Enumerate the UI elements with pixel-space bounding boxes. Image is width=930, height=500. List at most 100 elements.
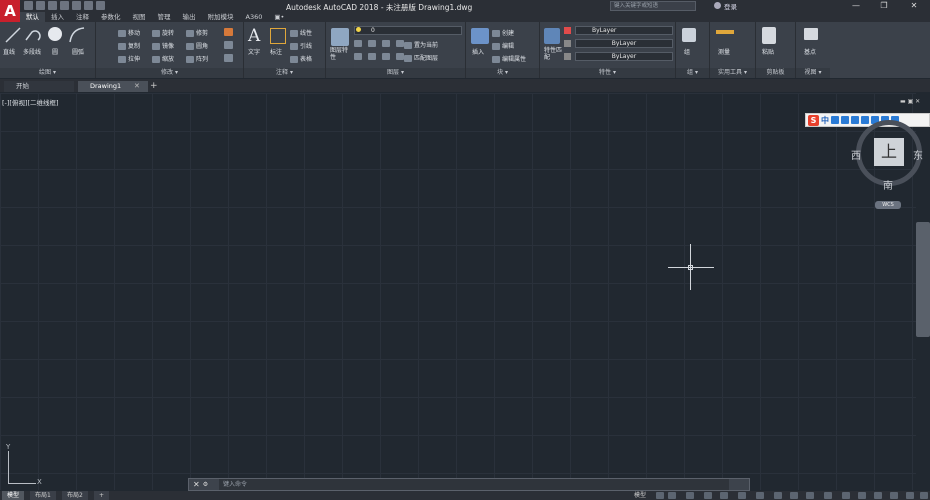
tab-annotate[interactable]: 注释 [70, 12, 95, 22]
ime-mode[interactable]: 中 [821, 115, 829, 126]
dimension-button[interactable]: 标注 [270, 47, 282, 56]
explode-icon[interactable] [224, 41, 233, 49]
osnap-icon[interactable] [720, 492, 728, 499]
panel-layers-footer[interactable]: 图层 ▾ [326, 68, 465, 78]
trim-button[interactable]: 修剪 [186, 28, 208, 37]
selection-cycling-icon[interactable] [790, 492, 798, 499]
scale-button[interactable]: 缩放 [152, 54, 174, 63]
polyline-button[interactable]: 多段线 [23, 47, 41, 56]
mirror-button[interactable]: 镜像 [152, 41, 174, 50]
new-layout-button[interactable]: + [94, 491, 110, 500]
group-icon[interactable] [682, 28, 696, 42]
line-icon[interactable] [4, 26, 22, 44]
insert-button[interactable]: 插入 [472, 47, 484, 56]
base-point-icon[interactable] [804, 28, 818, 40]
measure-icon[interactable] [716, 30, 734, 34]
navigation-bar[interactable] [916, 222, 930, 337]
text-icon[interactable]: A [248, 26, 260, 46]
panel-annotation-footer[interactable]: 注释 ▾ [244, 68, 325, 78]
circle-icon[interactable] [46, 25, 64, 43]
color-icon[interactable] [564, 27, 571, 34]
lineweight-toggle-icon[interactable] [756, 492, 764, 499]
match-layer-button[interactable]: 匹配图层 [404, 53, 438, 62]
grid-icon[interactable] [656, 492, 664, 499]
ortho-icon[interactable] [686, 492, 694, 499]
hardware-acceleration-icon[interactable] [890, 492, 898, 499]
stretch-button[interactable]: 拉伸 [118, 54, 140, 63]
tab-start[interactable]: 开始 [4, 81, 74, 92]
layer-tool-icon[interactable] [396, 53, 404, 60]
match-properties-icon[interactable] [544, 28, 560, 44]
insert-block-icon[interactable] [471, 28, 489, 44]
compass-south[interactable]: 南 [883, 177, 893, 192]
color-dropdown[interactable]: ByLayer [575, 26, 673, 35]
minimize-button[interactable]: — [842, 0, 870, 12]
save-icon[interactable] [48, 1, 57, 10]
array-button[interactable]: 阵列 [186, 54, 208, 63]
redo-icon[interactable] [96, 1, 105, 10]
copy-button[interactable]: 复制 [118, 41, 140, 50]
tab-parametric[interactable]: 参数化 [95, 12, 127, 22]
close-command-icon[interactable]: ✕ [193, 479, 200, 490]
paste-icon[interactable] [762, 27, 776, 44]
circle-button[interactable]: 圆 [52, 47, 58, 56]
layer-tool-icon[interactable] [354, 40, 362, 47]
text-button[interactable]: 文字 [248, 47, 260, 56]
line-button[interactable]: 直线 [3, 47, 15, 56]
close-tab-icon[interactable]: ✕ [134, 82, 140, 90]
save-as-icon[interactable] [60, 1, 69, 10]
dimension-icon[interactable] [270, 28, 286, 44]
tab-model[interactable]: 模型 [2, 491, 25, 500]
lineweight-icon[interactable] [564, 53, 571, 60]
layer-tool-icon[interactable] [382, 53, 390, 60]
clean-screen-icon[interactable] [906, 492, 914, 499]
layer-tool-icon[interactable] [396, 40, 404, 47]
tab-addins[interactable]: 附加模块 [202, 12, 240, 22]
base-point-button[interactable]: 基点 [804, 47, 816, 56]
transparency-icon[interactable] [774, 492, 782, 499]
annotation-scale-icon[interactable] [806, 492, 814, 499]
fillet-button[interactable]: 圆角 [186, 41, 208, 50]
layer-properties-button[interactable]: 图层特性 [330, 47, 352, 61]
compass-west[interactable]: 西 [851, 147, 861, 162]
rotate-button[interactable]: 旋转 [152, 28, 174, 37]
viewport-controls[interactable]: ▬ ▣ ✕ [900, 98, 920, 105]
otrack-icon[interactable] [738, 492, 746, 499]
compass-east[interactable]: 东 [913, 147, 923, 162]
panel-draw-footer[interactable]: 绘图 ▾ [0, 68, 95, 78]
print-icon[interactable] [72, 1, 81, 10]
panel-view-footer[interactable]: 视图 ▾ [796, 68, 830, 78]
tab-a360[interactable]: A360 [240, 12, 269, 22]
viewcube-face[interactable]: 上 [874, 138, 904, 166]
linear-button[interactable]: 线性 [290, 28, 312, 37]
tab-manage[interactable]: 管理 [152, 12, 177, 22]
layer-tool-icon[interactable] [368, 40, 376, 47]
group-button[interactable]: 组 [684, 47, 690, 56]
wcs-menu[interactable]: WCS [875, 201, 901, 209]
tab-layout1[interactable]: 布局1 [30, 491, 56, 500]
move-button[interactable]: 移动 [118, 28, 140, 37]
open-file-icon[interactable] [36, 1, 45, 10]
search-input[interactable]: 键入关键字或短语 [610, 1, 696, 11]
edit-attribute-button[interactable]: 编辑属性 [492, 54, 526, 63]
drawing-canvas[interactable] [0, 93, 916, 490]
tab-home[interactable]: 默认 [20, 12, 45, 22]
layer-tool-icon[interactable] [368, 53, 376, 60]
snap-icon[interactable] [668, 492, 676, 499]
erase-icon[interactable] [224, 28, 233, 36]
sogou-icon[interactable]: S [808, 114, 819, 126]
arc-icon[interactable] [68, 26, 86, 44]
voice-icon[interactable] [851, 116, 859, 124]
tab-more[interactable]: ▣• [268, 12, 290, 22]
panel-groups-footer[interactable]: 组 ▾ [676, 68, 709, 78]
maximize-button[interactable]: ❐ [870, 0, 898, 12]
table-button[interactable]: 表格 [290, 54, 312, 63]
layer-tool-icon[interactable] [382, 40, 390, 47]
create-block-button[interactable]: 创建 [492, 28, 514, 37]
new-file-icon[interactable] [24, 1, 33, 10]
panel-properties-footer[interactable]: 特性 ▾ [540, 68, 675, 78]
match-properties-button[interactable]: 特性匹配 [544, 47, 564, 61]
annotation-monitor-icon[interactable] [842, 492, 850, 499]
customize-command-icon[interactable]: ⚙ [203, 479, 208, 490]
emoji-icon[interactable] [841, 116, 849, 124]
